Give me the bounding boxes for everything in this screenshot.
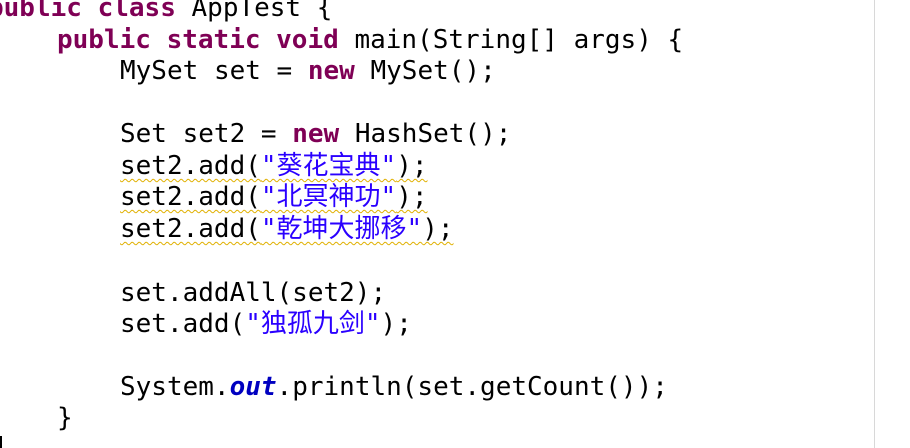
close-brace: } [57, 403, 73, 433]
string-literal: "乾坤大挪移" [260, 214, 423, 244]
code-line-hashset-decl[interactable]: Set set2 = new HashSet(); [120, 118, 511, 150]
keyword-new: new [307, 56, 355, 86]
constructor-call: HashSet(); [354, 119, 512, 149]
code-editor[interactable]: public class AppTest { public static voi… [0, 0, 910, 448]
code-line-close-brace[interactable]: } [57, 402, 73, 434]
method-signature: main(String[] args) { [354, 25, 684, 55]
method-call: set2.add( [120, 214, 261, 244]
assign-operator: = [260, 56, 308, 86]
code-line-myset-decl[interactable]: MySet set = new MySet(); [120, 55, 496, 87]
statement-text: set.addAll(set2); [120, 278, 387, 308]
system-class: System. [120, 372, 230, 402]
call-end: ); [396, 182, 428, 212]
assign-operator: = [245, 119, 293, 149]
keyword-public: public [0, 0, 82, 23]
string-literal: "独孤九剑" [245, 309, 381, 339]
field-out: out [229, 372, 277, 402]
method-call: set2.add( [120, 182, 261, 212]
println-call: .println(set.getCount()); [276, 372, 668, 402]
editor-margin-line [874, 0, 875, 448]
keyword-public: public [57, 25, 151, 55]
type-set: Set [120, 119, 167, 149]
code-line-main-decl[interactable]: public static void main(String[] args) { [57, 24, 683, 56]
call-end: ); [380, 309, 412, 339]
code-line-println[interactable]: System.out.println(set.getCount()); [120, 371, 668, 403]
keyword-new: new [292, 119, 340, 149]
string-literal: "北冥神功" [260, 182, 397, 212]
keyword-void: void [276, 25, 339, 55]
code-line-add-4[interactable]: set.add("独孤九剑"); [120, 308, 412, 340]
variable-set2: set2 [182, 119, 246, 149]
keyword-class: class [97, 0, 176, 23]
code-line-class-decl[interactable]: public class AppTest { [0, 0, 332, 24]
call-end: ); [396, 151, 428, 181]
type-myset: MySet [120, 56, 199, 86]
warning-span[interactable]: set2.add("乾坤大挪移"); [120, 214, 454, 244]
code-line-add-1[interactable]: set2.add("葵花宝典"); [120, 150, 428, 182]
call-end: ); [422, 214, 454, 244]
keyword-static: static [166, 25, 261, 55]
variable-set: set [213, 56, 261, 86]
class-name: AppTest { [191, 0, 333, 23]
warning-span[interactable]: set2.add("葵花宝典"); [120, 151, 428, 181]
clipped-glyph-fragment [0, 436, 2, 448]
constructor-call: MySet(); [370, 56, 496, 86]
code-line-add-3[interactable]: set2.add("乾坤大挪移"); [120, 213, 454, 245]
method-call: set.add( [120, 309, 246, 339]
code-line-addall[interactable]: set.addAll(set2); [120, 277, 386, 309]
string-literal: "葵花宝典" [260, 151, 397, 181]
warning-span[interactable]: set2.add("北冥神功"); [120, 182, 428, 212]
method-call: set2.add( [120, 151, 261, 181]
code-line-add-2[interactable]: set2.add("北冥神功"); [120, 181, 428, 213]
